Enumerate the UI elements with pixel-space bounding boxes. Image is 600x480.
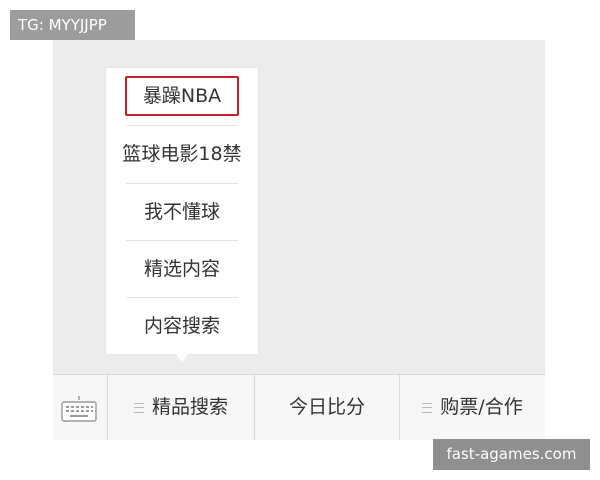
popup-menu: 暴躁NBA 篮球电影18禁 我不懂球 精选内容 内容搜索 bbox=[106, 68, 258, 354]
tab-tickets-cooperation[interactable]: 购票/合作 bbox=[400, 375, 545, 440]
tab-premium-search[interactable]: 精品搜索 bbox=[108, 375, 254, 440]
popup-arrow bbox=[174, 352, 190, 362]
tab-label: 精品搜索 bbox=[151, 396, 228, 418]
menu-item-label: 篮球电影18禁 bbox=[122, 143, 242, 165]
menu-item-content-search[interactable]: 内容搜索 bbox=[106, 298, 258, 354]
menu-lines-icon bbox=[422, 402, 433, 413]
menu-lines-icon bbox=[133, 402, 144, 413]
menu-item-label: 内容搜索 bbox=[143, 315, 220, 337]
bottom-menu-bar: 精品搜索 今日比分 购票/合作 bbox=[53, 374, 545, 440]
menu-item-baozao-nba[interactable]: 暴躁NBA bbox=[106, 68, 258, 124]
menu-item-featured[interactable]: 精选内容 bbox=[106, 241, 258, 297]
watermark: fast-agames.com bbox=[433, 439, 590, 470]
menu-item-label: 我不懂球 bbox=[143, 201, 220, 223]
menu-item-dont-understand[interactable]: 我不懂球 bbox=[106, 184, 258, 240]
tab-label: 今日比分 bbox=[288, 396, 365, 418]
tab-label: 购票/合作 bbox=[440, 396, 523, 418]
keyboard-icon[interactable] bbox=[61, 395, 97, 423]
menu-item-basketball-movies[interactable]: 篮球电影18禁 bbox=[106, 126, 258, 182]
tab-today-scores[interactable]: 今日比分 bbox=[255, 375, 399, 440]
menu-item-label: 暴躁NBA bbox=[124, 76, 240, 116]
tg-badge: TG: MYYJJPP bbox=[10, 10, 135, 40]
menu-item-label: 精选内容 bbox=[143, 258, 220, 280]
